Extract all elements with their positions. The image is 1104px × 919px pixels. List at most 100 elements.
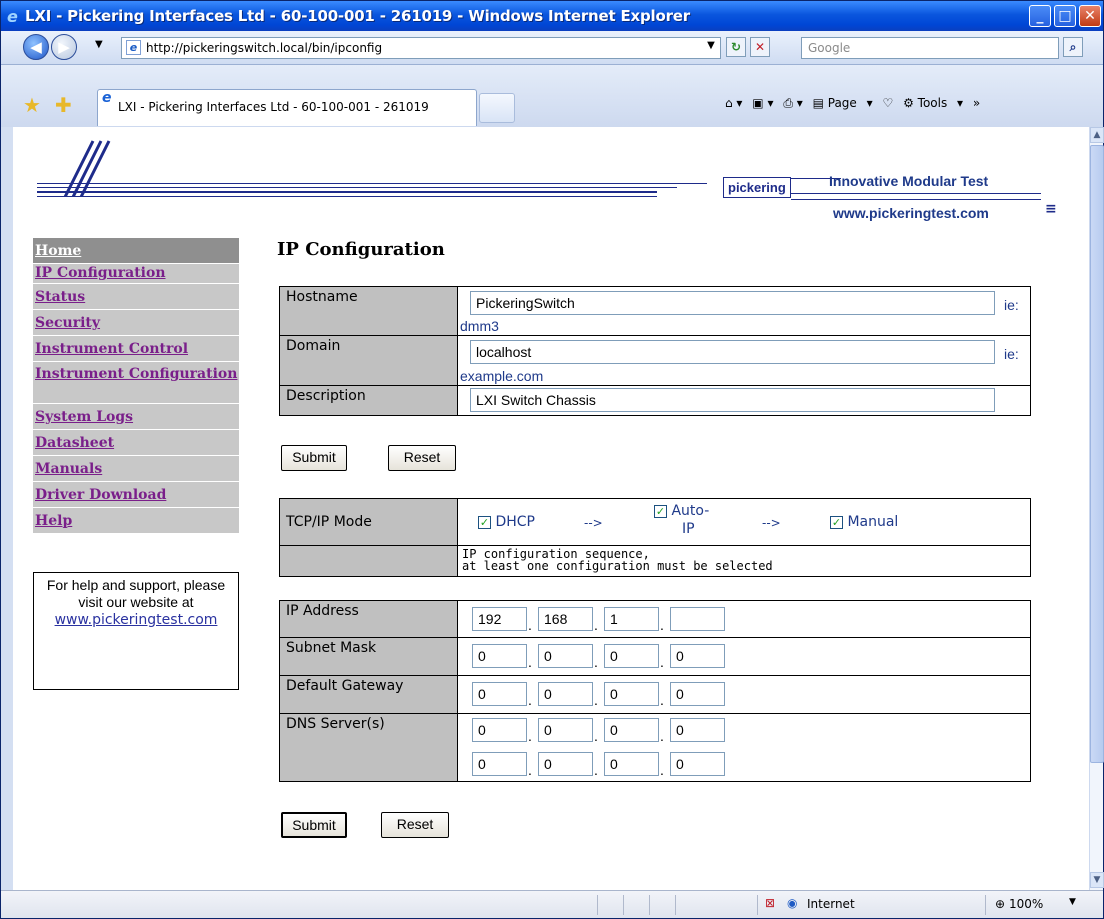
search-button[interactable]: ⌕ <box>1063 37 1083 57</box>
subnet-mask-label: Subnet Mask <box>279 637 458 676</box>
gateway-octet-2[interactable] <box>538 682 593 706</box>
vertical-scrollbar[interactable]: ▲ ▼ <box>1089 127 1104 890</box>
sidebar-item-instrument-control[interactable]: Instrument Control <box>33 336 239 362</box>
gateway-octet-4[interactable] <box>670 682 725 706</box>
zoom-dropdown-icon[interactable]: ▼ <box>1069 897 1076 907</box>
address-toolbar: ◀ ▶ ▼ e http://pickeringswitch.local/bin… <box>1 31 1103 65</box>
tab-title: LXI - Pickering Interfaces Ltd - 60-100-… <box>118 100 429 114</box>
ie-logo-icon: e <box>7 7 18 26</box>
refresh-button[interactable]: ↻ <box>726 37 746 57</box>
dns2-octet-2[interactable] <box>538 752 593 776</box>
help-link[interactable]: www.pickeringtest.com <box>55 612 218 628</box>
ip-address-label: IP Address <box>279 600 458 638</box>
dhcp-option[interactable]: ✓ DHCP <box>478 514 535 530</box>
autoip-label-2: IP <box>682 521 695 537</box>
stop-button[interactable]: ✕ <box>750 37 770 57</box>
domain-hint: example.com <box>460 368 544 384</box>
autoip-checkbox[interactable]: ✓ <box>654 504 667 518</box>
maximize-button[interactable]: □ <box>1054 5 1076 27</box>
close-button[interactable]: ✕ <box>1079 5 1101 27</box>
sidebar-item-instrument-configuration[interactable]: Instrument Configuration <box>33 362 239 404</box>
new-tab-button[interactable] <box>479 93 515 123</box>
manual-option[interactable]: ✓ Manual <box>830 514 898 530</box>
help-icon[interactable]: ♡ <box>882 96 893 110</box>
sidebar-item-security[interactable]: Security <box>33 310 239 336</box>
tcp-mode-label: TCP/IP Mode <box>279 498 458 546</box>
reset-button[interactable]: Reset <box>388 445 456 471</box>
dns2-octet-1[interactable] <box>472 752 527 776</box>
scroll-down-icon[interactable]: ▼ <box>1090 872 1104 888</box>
history-dropdown-icon[interactable]: ▼ <box>95 39 103 50</box>
sidebar-item-driver-download[interactable]: Driver Download <box>33 482 239 508</box>
dns1-octet-3[interactable] <box>604 718 659 742</box>
sidebar-item-help[interactable]: Help <box>33 508 239 534</box>
gateway-octet-1[interactable] <box>472 682 527 706</box>
ip-octet-4[interactable] <box>670 607 725 631</box>
page-content: pickering Innovative Modular Test www.pi… <box>13 127 1089 890</box>
popup-blocked-icon[interactable]: ⊠ <box>765 896 775 910</box>
reset-network-button[interactable]: Reset <box>381 812 449 838</box>
tools-menu[interactable]: ⚙ Tools ▾ <box>903 96 963 110</box>
menu-lines-icon: ≡ <box>1045 201 1057 217</box>
sidebar-item-status[interactable]: Status <box>33 284 239 310</box>
sidebar-item-system-logs[interactable]: System Logs <box>33 404 239 430</box>
home-icon[interactable]: ⌂ ▾ <box>725 96 742 110</box>
sidebar-item-datasheet[interactable]: Datasheet <box>33 430 239 456</box>
subnet-octet-4[interactable] <box>670 644 725 668</box>
tab-active[interactable]: e LXI - Pickering Interfaces Ltd - 60-10… <box>97 89 477 126</box>
ip-octet-2[interactable] <box>538 607 593 631</box>
dns1-octet-4[interactable] <box>670 718 725 742</box>
dns1-octet-1[interactable] <box>472 718 527 742</box>
zoom-level[interactable]: 100% <box>1009 897 1043 911</box>
arrow-2: --> <box>762 516 781 530</box>
add-favorites-icon[interactable]: ✚ <box>55 93 72 117</box>
description-label: Description <box>279 385 458 416</box>
minimize-button[interactable]: _ <box>1029 5 1051 27</box>
ip-octet-3[interactable] <box>604 607 659 631</box>
subnet-octet-1[interactable] <box>472 644 527 668</box>
dns-label: DNS Server(s) <box>279 713 458 782</box>
identity-table: Hostname ie: dmm3 Domain ie: example.com… <box>279 286 1031 416</box>
description-field[interactable] <box>470 388 995 412</box>
sidebar-item-home[interactable]: Home <box>33 238 239 264</box>
autoip-option[interactable]: ✓ Auto- <box>654 503 709 519</box>
domain-hint-prefix: ie: <box>1004 346 1019 362</box>
sidebar-item-ip-configuration[interactable]: IP Configuration <box>33 264 239 284</box>
hostname-field[interactable] <box>470 291 995 315</box>
domain-field[interactable] <box>470 340 995 364</box>
dns2-octet-3[interactable] <box>604 752 659 776</box>
submit-button[interactable]: Submit <box>281 445 347 471</box>
dns2-octet-4[interactable] <box>670 752 725 776</box>
manual-label: Manual <box>847 514 899 530</box>
address-text: http://pickeringswitch.local/bin/ipconfi… <box>146 41 383 55</box>
forward-button[interactable]: ▶ <box>51 34 77 60</box>
address-bar[interactable]: e http://pickeringswitch.local/bin/ipcon… <box>121 37 721 59</box>
chevron-right-icon[interactable]: » <box>973 96 980 110</box>
scroll-thumb[interactable] <box>1090 145 1104 763</box>
ip-address-row: . . . <box>457 600 1031 638</box>
gateway-octet-3[interactable] <box>604 682 659 706</box>
sidebar-item-manuals[interactable]: Manuals <box>33 456 239 482</box>
favorites-star-icon[interactable]: ★ <box>23 93 41 117</box>
address-dropdown-icon[interactable]: ▼ <box>701 37 721 57</box>
zoom-icon[interactable]: ⊕ <box>995 897 1005 911</box>
scroll-up-icon[interactable]: ▲ <box>1090 127 1104 143</box>
dhcp-checkbox[interactable]: ✓ <box>478 515 491 529</box>
feeds-icon[interactable]: ▣ ▾ <box>752 96 773 110</box>
sidebar-nav: Home IP Configuration Status Security In… <box>33 238 239 534</box>
subnet-octet-2[interactable] <box>538 644 593 668</box>
dns1-octet-2[interactable] <box>538 718 593 742</box>
submit-network-button[interactable]: Submit <box>281 812 347 838</box>
print-icon[interactable]: ⎙ ▾ <box>783 96 802 110</box>
tools-menu-label: Tools <box>917 96 948 110</box>
manual-checkbox[interactable]: ✓ <box>830 515 843 529</box>
title-bar: e LXI - Pickering Interfaces Ltd - 60-10… <box>1 1 1103 31</box>
header-banner: pickering Innovative Modular Test www.pi… <box>37 139 1057 221</box>
back-button[interactable]: ◀ <box>23 34 49 60</box>
ip-octet-1[interactable] <box>472 607 527 631</box>
dhcp-label: DHCP <box>495 514 535 530</box>
tcp-note-spacer <box>279 545 458 577</box>
search-input[interactable]: Google <box>801 37 1059 59</box>
page-menu[interactable]: ▤ Page ▾ <box>813 96 873 110</box>
subnet-octet-3[interactable] <box>604 644 659 668</box>
